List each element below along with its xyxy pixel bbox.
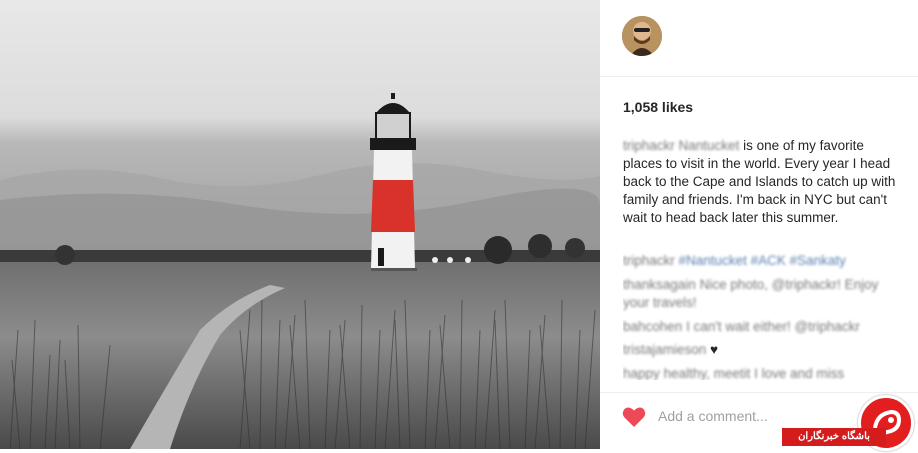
like-count[interactable]: 1,058 likes [623, 99, 693, 115]
post-header [600, 0, 918, 77]
comment-item: tristajamieson ♥ [623, 341, 903, 360]
watermark-text: باشگاه خبرنگاران [782, 428, 886, 446]
caption-location[interactable]: Nantucket [679, 138, 740, 153]
add-comment-input[interactable]: Add a comment... [658, 408, 768, 424]
post-photo[interactable] [0, 0, 600, 449]
comment-text[interactable]: #Nantucket #ACK #Sankaty [679, 253, 846, 268]
lighthouse-photo [0, 0, 600, 449]
comment-item: happy healthy, meetit I love and miss [623, 365, 903, 381]
comment-text: healthy, meetit I love and miss [663, 365, 845, 381]
post-sidebar: 1,058 likes triphackr Nantucket is one o… [600, 0, 918, 449]
comment-item: triphackr #Nantucket #ACK #Sankaty [623, 252, 903, 271]
comment-text: ♥ [710, 342, 719, 357]
post-caption: triphackr Nantucket is one of my favorit… [623, 137, 903, 227]
comment-text: I can't wait either! @triphackr [686, 318, 860, 334]
caption-username[interactable]: triphackr [623, 138, 675, 153]
avatar-image [622, 16, 662, 56]
comment-item: bahcohen I can't wait either! @triphackr [623, 318, 903, 337]
avatar[interactable] [622, 16, 662, 56]
watermark: باشگاه خبرنگاران [782, 395, 918, 451]
comment-username[interactable]: thanksagain [623, 277, 696, 292]
comment-list: triphackr #Nantucket #ACK #Sankaty thank… [623, 252, 903, 380]
like-button[interactable] [622, 406, 646, 428]
comment-username[interactable]: triphackr [623, 253, 675, 268]
comment-item: thanksagain Nice photo, @triphackr! Enjo… [623, 276, 903, 313]
comment-username[interactable]: happy [623, 366, 660, 381]
comment-username[interactable]: tristajamieson [623, 342, 706, 357]
comment-username[interactable]: bahcohen [623, 319, 682, 334]
heart-icon [622, 407, 646, 427]
